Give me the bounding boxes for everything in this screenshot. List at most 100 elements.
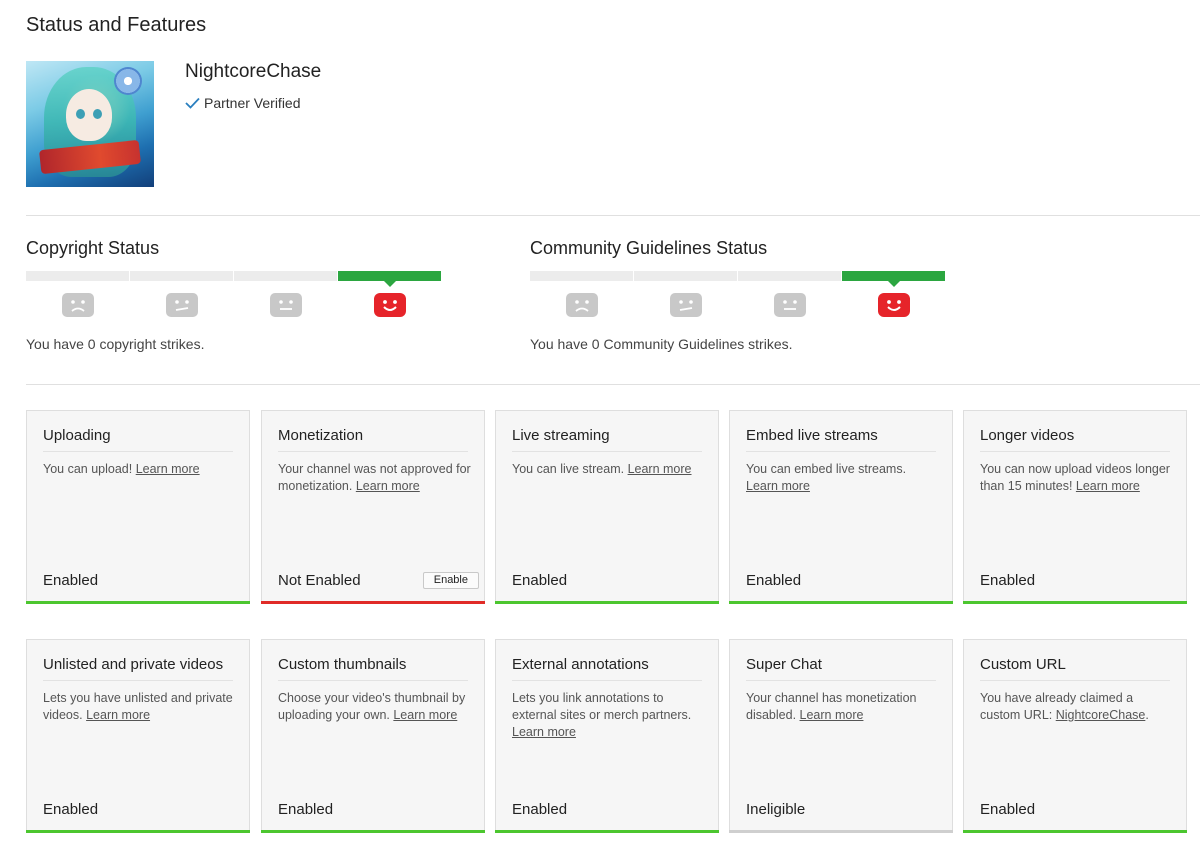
status-bar-enabled <box>963 830 1187 833</box>
feature-title: Unlisted and private videos <box>43 656 224 673</box>
strike-segment <box>130 271 233 281</box>
card-divider <box>43 680 233 681</box>
copyright-status-text: You have 0 copyright strikes. <box>26 336 205 352</box>
section-divider <box>26 215 1200 216</box>
learn-more-link[interactable]: Learn more <box>628 462 692 476</box>
status-bar-enabled <box>495 830 719 833</box>
feature-title: Longer videos <box>980 427 1075 444</box>
page-title: Status and Features <box>26 14 207 36</box>
feature-status: Enabled <box>278 801 334 818</box>
card-divider <box>278 680 468 681</box>
feature-description: You can live stream. Learn more <box>512 462 692 476</box>
feature-description: Choose your video's thumbnail by uploadi… <box>278 691 466 722</box>
happy-face-icon <box>374 293 406 317</box>
status-bar-not-enabled <box>261 601 485 604</box>
feature-card-embed-live-streams: Embed live streams You can embed live st… <box>729 410 953 604</box>
partner-verified: Partner Verified <box>185 95 301 111</box>
avatar-flower <box>114 67 142 95</box>
neutral-face-icon <box>270 293 302 317</box>
learn-more-link[interactable]: Learn more <box>1076 479 1140 493</box>
copyright-strike-bar <box>26 271 442 287</box>
strike-segment <box>530 271 633 281</box>
sad-face-icon <box>566 293 598 317</box>
partner-verified-label: Partner Verified <box>204 95 301 111</box>
feature-title: Super Chat <box>746 656 822 673</box>
status-bar-enabled <box>963 601 1187 604</box>
community-guidelines-status: Community Guidelines Status You have 0 C… <box>530 238 950 352</box>
status-bar-enabled <box>26 601 250 604</box>
learn-more-link[interactable]: Learn more <box>356 479 420 493</box>
feature-description: Lets you link annotations to external si… <box>512 691 692 739</box>
feature-description: You can upload! Learn more <box>43 462 200 476</box>
feature-description: You have already claimed a custom URL: N… <box>980 691 1149 722</box>
status-bar-enabled <box>26 830 250 833</box>
status-bar-ineligible <box>729 830 953 833</box>
card-divider <box>512 451 702 452</box>
feature-status: Ineligible <box>746 801 806 818</box>
feature-card-external-annotations: External annotations Lets you link annot… <box>495 639 719 833</box>
community-strike-bar <box>530 271 946 287</box>
avatar-face <box>66 89 112 141</box>
feature-title: Custom thumbnails <box>278 656 407 673</box>
section-divider <box>26 384 1200 385</box>
feature-status: Enabled <box>746 572 802 589</box>
feature-title: Monetization <box>278 427 364 444</box>
feature-card-custom-url: Custom URL You have already claimed a cu… <box>963 639 1187 833</box>
feature-card-monetization: Monetization Your channel was not approv… <box>261 410 485 604</box>
community-status-title: Community Guidelines Status <box>530 238 768 258</box>
feature-description: Your channel has monetization disabled. … <box>746 691 917 722</box>
card-divider <box>746 680 936 681</box>
feature-description: You can now upload videos longer than 15… <box>980 462 1170 493</box>
feature-status: Enabled <box>43 572 99 589</box>
feature-description: Your channel was not approved for moneti… <box>278 462 471 493</box>
custom-url-link[interactable]: NightcoreChase <box>1056 708 1146 722</box>
feature-card-longer-videos: Longer videos You can now upload videos … <box>963 410 1187 604</box>
card-divider <box>746 451 936 452</box>
feature-status: Enabled <box>980 572 1036 589</box>
feature-title: Custom URL <box>980 656 1066 673</box>
learn-more-link[interactable]: Learn more <box>800 708 864 722</box>
copyright-status-title: Copyright Status <box>26 238 160 258</box>
strike-segment-active <box>842 271 945 287</box>
community-strike-faces <box>530 293 946 317</box>
feature-card-uploading: Uploading You can upload! Learn more Ena… <box>26 410 250 604</box>
strike-segment <box>26 271 129 281</box>
card-divider <box>278 451 468 452</box>
avatar-eye-left <box>76 109 85 119</box>
learn-more-link[interactable]: Learn more <box>136 462 200 476</box>
feature-title: External annotations <box>512 656 649 673</box>
community-status-text: You have 0 Community Guidelines strikes. <box>530 336 793 352</box>
card-divider <box>980 680 1170 681</box>
card-divider <box>980 451 1170 452</box>
feature-card-custom-thumbnails: Custom thumbnails Choose your video's th… <box>261 639 485 833</box>
sad-face-icon <box>62 293 94 317</box>
checkmark-icon <box>185 97 200 109</box>
feature-title: Uploading <box>43 427 111 444</box>
learn-more-link[interactable]: Learn more <box>746 479 810 493</box>
meh-face-icon <box>670 293 702 317</box>
feature-description: Lets you have unlisted and private video… <box>43 691 233 722</box>
card-divider <box>512 680 702 681</box>
feature-card-live-streaming: Live streaming You can live stream. Lear… <box>495 410 719 604</box>
learn-more-link[interactable]: Learn more <box>393 708 457 722</box>
learn-more-link[interactable]: Learn more <box>86 708 150 722</box>
copyright-status: Copyright Status You have 0 copyright st… <box>26 238 446 352</box>
channel-avatar <box>26 61 154 187</box>
strike-segment <box>234 271 337 281</box>
feature-status: Enabled <box>980 801 1036 818</box>
feature-status: Not Enabled <box>278 572 361 589</box>
feature-status: Enabled <box>512 801 568 818</box>
learn-more-link[interactable]: Learn more <box>512 725 576 739</box>
strike-segment <box>634 271 737 281</box>
neutral-face-icon <box>774 293 806 317</box>
status-bar-enabled <box>729 601 953 604</box>
meh-face-icon <box>166 293 198 317</box>
status-bar-enabled <box>495 601 719 604</box>
feature-card-super-chat: Super Chat Your channel has monetization… <box>729 639 953 833</box>
status-bar-enabled <box>261 830 485 833</box>
feature-status: Enabled <box>43 801 99 818</box>
feature-card-unlisted-private: Unlisted and private videos Lets you hav… <box>26 639 250 833</box>
strike-segment <box>738 271 841 281</box>
strike-segment-active <box>338 271 441 287</box>
enable-monetization-button[interactable]: Enable <box>422 572 479 589</box>
